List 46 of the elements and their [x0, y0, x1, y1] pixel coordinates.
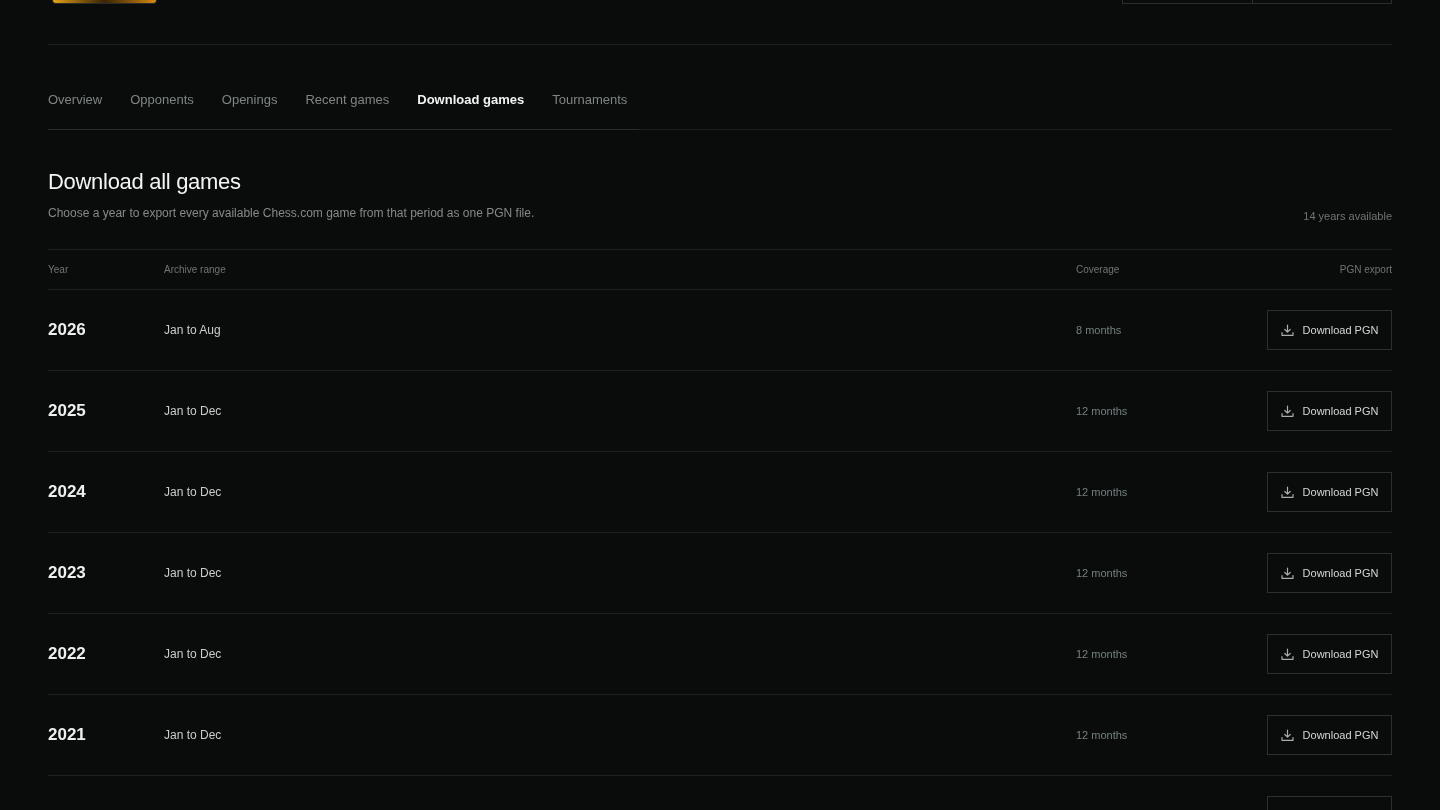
year-cell: 2024 — [48, 481, 86, 503]
download-icon — [1280, 323, 1294, 337]
download-pgn-button[interactable]: Download PGN — [1267, 391, 1392, 431]
column-header: PGN export — [1339, 262, 1392, 277]
column-header: Year — [48, 262, 69, 277]
archive-range-cell: Jan to Dec — [164, 727, 222, 743]
tab[interactable]: Overview — [48, 90, 103, 129]
download-pgn-button[interactable]: Download PGN — [1267, 553, 1392, 593]
coverage-cell-text: 12 months — [1076, 647, 1128, 662]
download-pgn-button[interactable]: Download PGN — [1267, 634, 1392, 674]
download-icon — [1280, 485, 1294, 499]
coverage-cell-text: 12 months — [1076, 485, 1128, 500]
download-pgn-button[interactable]: Download PGN — [1267, 715, 1392, 755]
download-icon — [1280, 566, 1294, 580]
tab[interactable]: Download games — [417, 90, 525, 129]
download-pgn-button[interactable] — [1267, 796, 1392, 810]
year-cell: 2021 — [48, 724, 86, 746]
years-available-count: 14 years available — [1303, 209, 1392, 224]
download-pgn-button[interactable]: Download PGN — [1267, 310, 1392, 350]
tab[interactable]: Openings — [221, 90, 278, 129]
archive-range-cell: Jan to Dec — [164, 403, 222, 419]
coverage-cell-text: 8 months — [1076, 323, 1122, 338]
year-cell: 2022 — [48, 643, 86, 665]
section-description: Choose a year to export every available Chess.com game from that period as one PGN file. — [48, 205, 535, 221]
coverage-cell-text: 12 months — [1076, 404, 1128, 419]
tab[interactable]: Recent games — [305, 90, 390, 129]
download-icon — [1280, 404, 1294, 418]
header-button[interactable] — [1122, 0, 1252, 4]
column-header: Coverage — [1076, 262, 1120, 277]
header-button[interactable] — [1252, 0, 1392, 4]
archive-range-cell: Jan to Dec — [164, 646, 222, 662]
archive-range-cell: Jan to Dec — [164, 484, 222, 500]
section-title: Download all games — [48, 168, 242, 196]
download-icon — [1280, 647, 1294, 661]
column-header: Archive range — [164, 262, 226, 277]
coverage-cell-text: 12 months — [1076, 566, 1128, 581]
year-cell: 2026 — [48, 319, 86, 341]
tab[interactable]: Opponents — [130, 90, 194, 129]
year-cell: 2025 — [48, 400, 86, 422]
year-cell: 2023 — [48, 562, 86, 584]
download-pgn-button[interactable]: Download PGN — [1267, 472, 1392, 512]
coverage-cell-text: 12 months — [1076, 728, 1128, 743]
tab[interactable]: Tournaments — [552, 90, 628, 129]
download-icon — [1280, 728, 1294, 742]
archive-range-cell: Jan to Dec — [164, 565, 222, 581]
archive-range-cell: Jan to Aug — [164, 322, 221, 338]
